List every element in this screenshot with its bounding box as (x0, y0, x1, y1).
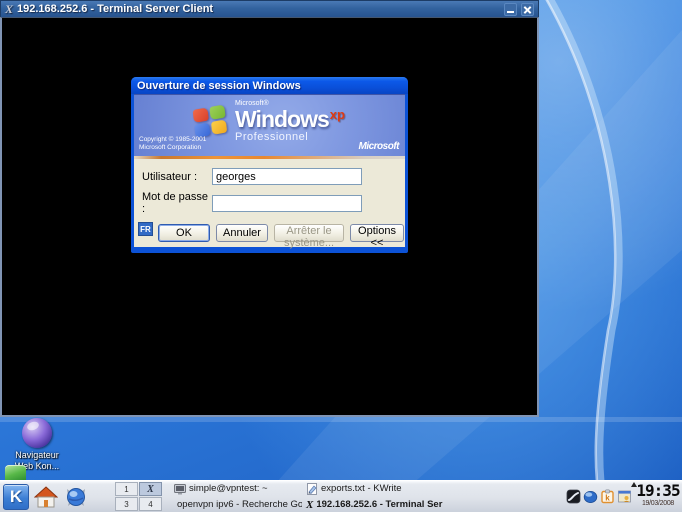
konqueror-icon (64, 485, 88, 509)
xp-superscript: xp (330, 107, 345, 122)
windows-text: Windows (235, 106, 329, 132)
task-konqueror-google[interactable]: openvpn ipv6 - Recherche Google (170, 497, 302, 512)
remote-desktop-viewport[interactable]: Ouverture de session Windows Microsoft® (0, 17, 539, 417)
window-title: 192.168.252.6 - Terminal Server Client (17, 3, 500, 15)
kmenu-button[interactable]: K (3, 484, 29, 510)
xp-brand-banner: Microsoft® Windowsxp Professionnel Copyr… (134, 94, 405, 156)
terminal-icon (174, 483, 186, 495)
web-browser-launcher[interactable] (63, 484, 89, 510)
desktop-icon-partial[interactable] (5, 465, 26, 480)
cancel-button[interactable]: Annuler (216, 224, 268, 242)
globe-tray-icon[interactable] (583, 489, 598, 504)
username-field[interactable] (212, 168, 362, 185)
terminal-server-client-window: X 192.168.252.6 - Terminal Server Client… (0, 0, 539, 417)
taskbar-clock[interactable]: 19:35 19/03/2008 (635, 482, 681, 507)
xp-dialog-titlebar[interactable]: Ouverture de session Windows (131, 77, 408, 94)
system-tray: k (566, 489, 632, 504)
xp-dialog-body: Microsoft® Windowsxp Professionnel Copyr… (134, 94, 405, 247)
svg-text:k: k (605, 494, 610, 503)
task-terminal-server-client[interactable]: X 192.168.252.6 - Terminal Ser (302, 497, 452, 512)
klipper-tray-icon[interactable]: k (600, 489, 615, 504)
taskbar: K 1 X 3 (0, 480, 682, 512)
pager-desktop-2-active[interactable]: X (139, 482, 162, 496)
minimize-button[interactable] (504, 3, 517, 16)
pager-desktop-1[interactable]: 1 (115, 482, 138, 496)
session-window-tray-icon[interactable] (617, 489, 632, 504)
desktop: Navigateur Web Kon... X 192.168.252.6 - … (0, 0, 682, 512)
task-kwrite[interactable]: exports.txt - KWrite (302, 481, 452, 497)
window-titlebar[interactable]: X 192.168.252.6 - Terminal Server Client (0, 0, 539, 17)
windows-flag-icon (193, 104, 230, 140)
password-field[interactable] (212, 195, 362, 212)
xp-dialog-title: Ouverture de session Windows (137, 80, 301, 92)
windows-wordmark: Microsoft® Windowsxp Professionnel (235, 100, 345, 143)
desktop-icon-label-line1: Navigateur (6, 450, 68, 461)
x11-icon: X (306, 499, 313, 511)
kwrite-icon (306, 483, 318, 495)
ok-button[interactable]: OK (158, 224, 210, 242)
web-browser-icon (22, 418, 52, 448)
task-label: openvpn ipv6 - Recherche Google (177, 499, 302, 510)
task-label: simple@vpntest: ~ (189, 483, 268, 494)
task-konsole[interactable]: simple@vpntest: ~ (170, 481, 302, 497)
remote-desktop-tray-icon[interactable] (566, 489, 581, 504)
xp-logon-dialog: Ouverture de session Windows Microsoft® (131, 77, 408, 253)
password-label: Mot de passe : (142, 191, 212, 215)
copyright-line2: Microsoft Corporation (139, 144, 206, 152)
copyright-text: Copyright © 1985-2001 Microsoft Corporat… (139, 136, 206, 152)
pager-desktop-4[interactable]: 4 (139, 497, 162, 511)
clock-date: 19/03/2008 (635, 500, 681, 507)
shutdown-button: Arrêter le système... (274, 224, 344, 242)
copyright-line1: Copyright © 1985-2001 (139, 136, 206, 144)
kde-logo-icon: K (10, 487, 22, 507)
microsoft-logo: Microsoft (359, 141, 400, 152)
edition-text: Professionnel (235, 132, 345, 143)
home-icon (34, 485, 58, 509)
x11-icon: X (5, 3, 13, 15)
task-list: simple@vpntest: ~ exports.txt - KWrite o… (170, 481, 452, 512)
home-button[interactable] (33, 484, 59, 510)
pager-desktop-3[interactable]: 3 (115, 497, 138, 511)
close-button[interactable] (521, 3, 534, 16)
options-button[interactable]: Options << (350, 224, 404, 242)
clock-time: 19:35 (635, 482, 681, 500)
language-indicator-badge[interactable]: FR (138, 222, 153, 236)
desktop-pager: 1 X 3 4 (115, 482, 162, 511)
task-label: exports.txt - KWrite (321, 483, 402, 494)
x11-mini-icon: X (147, 484, 154, 495)
task-label: 192.168.252.6 - Terminal Ser (316, 499, 442, 510)
username-label: Utilisateur : (142, 171, 212, 183)
